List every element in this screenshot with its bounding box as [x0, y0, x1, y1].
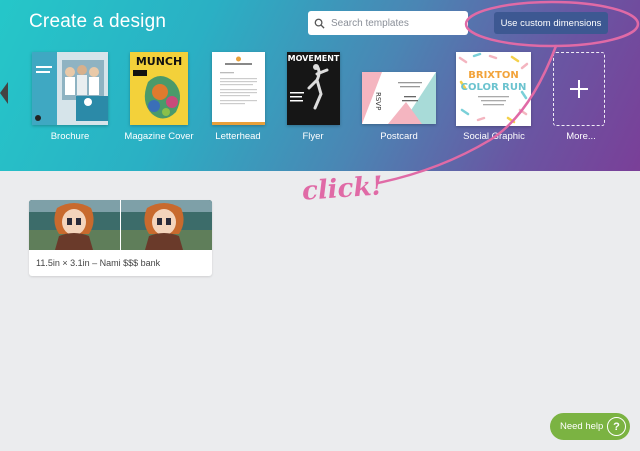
question-icon: ? — [607, 417, 626, 436]
need-help-button[interactable]: Need help ? — [550, 413, 630, 440]
design-caption: 11.5in × 3.1in – Nami $$$ bank — [36, 258, 161, 268]
custom-dimensions-button[interactable]: Use custom dimensions — [494, 12, 608, 34]
search-icon — [314, 18, 325, 29]
template-label: More... — [566, 131, 596, 142]
magazine-cover-thumbnail: MUNCH — [130, 52, 188, 125]
design-card[interactable]: 11.5in × 3.1in – Nami $$$ bank — [29, 200, 212, 276]
template-label: Brochure — [50, 131, 90, 142]
template-label: Magazine Cover — [124, 131, 194, 142]
scroll-left-icon[interactable] — [0, 82, 8, 104]
more-templates-box — [553, 52, 605, 126]
create-design-header: Create a design Use custom dimensions — [0, 0, 640, 171]
template-label: Flyer — [302, 131, 324, 142]
design-thumbnail-right — [121, 200, 212, 250]
svg-text:BRIXTON: BRIXTON — [468, 70, 518, 81]
svg-text:COLOR RUN: COLOR RUN — [461, 82, 527, 93]
social-graphic-thumbnail: BRIXTON COLOR RUN — [456, 52, 531, 126]
search-input[interactable] — [331, 17, 459, 29]
template-label: Social Graphic — [463, 131, 525, 142]
magazine-title-text: MUNCH — [136, 55, 182, 68]
flyer-thumbnail: MOVEMENT — [287, 52, 340, 125]
brochure-thumbnail — [32, 52, 108, 125]
template-label: Postcard — [380, 131, 418, 142]
postcard-rsvp-text: RSVP — [374, 92, 382, 110]
page-title: Create a design — [29, 11, 167, 32]
template-label: Letterhead — [215, 131, 261, 142]
letterhead-thumbnail — [212, 52, 265, 125]
flyer-title-text: MOVEMENT — [288, 54, 340, 63]
design-thumbnail-left — [29, 200, 120, 250]
postcard-thumbnail: RSVP — [362, 72, 436, 124]
annotation-click-text: click! — [301, 171, 384, 207]
search-bar[interactable] — [308, 11, 468, 35]
need-help-label: Need help — [560, 421, 604, 432]
plus-icon — [570, 80, 588, 98]
